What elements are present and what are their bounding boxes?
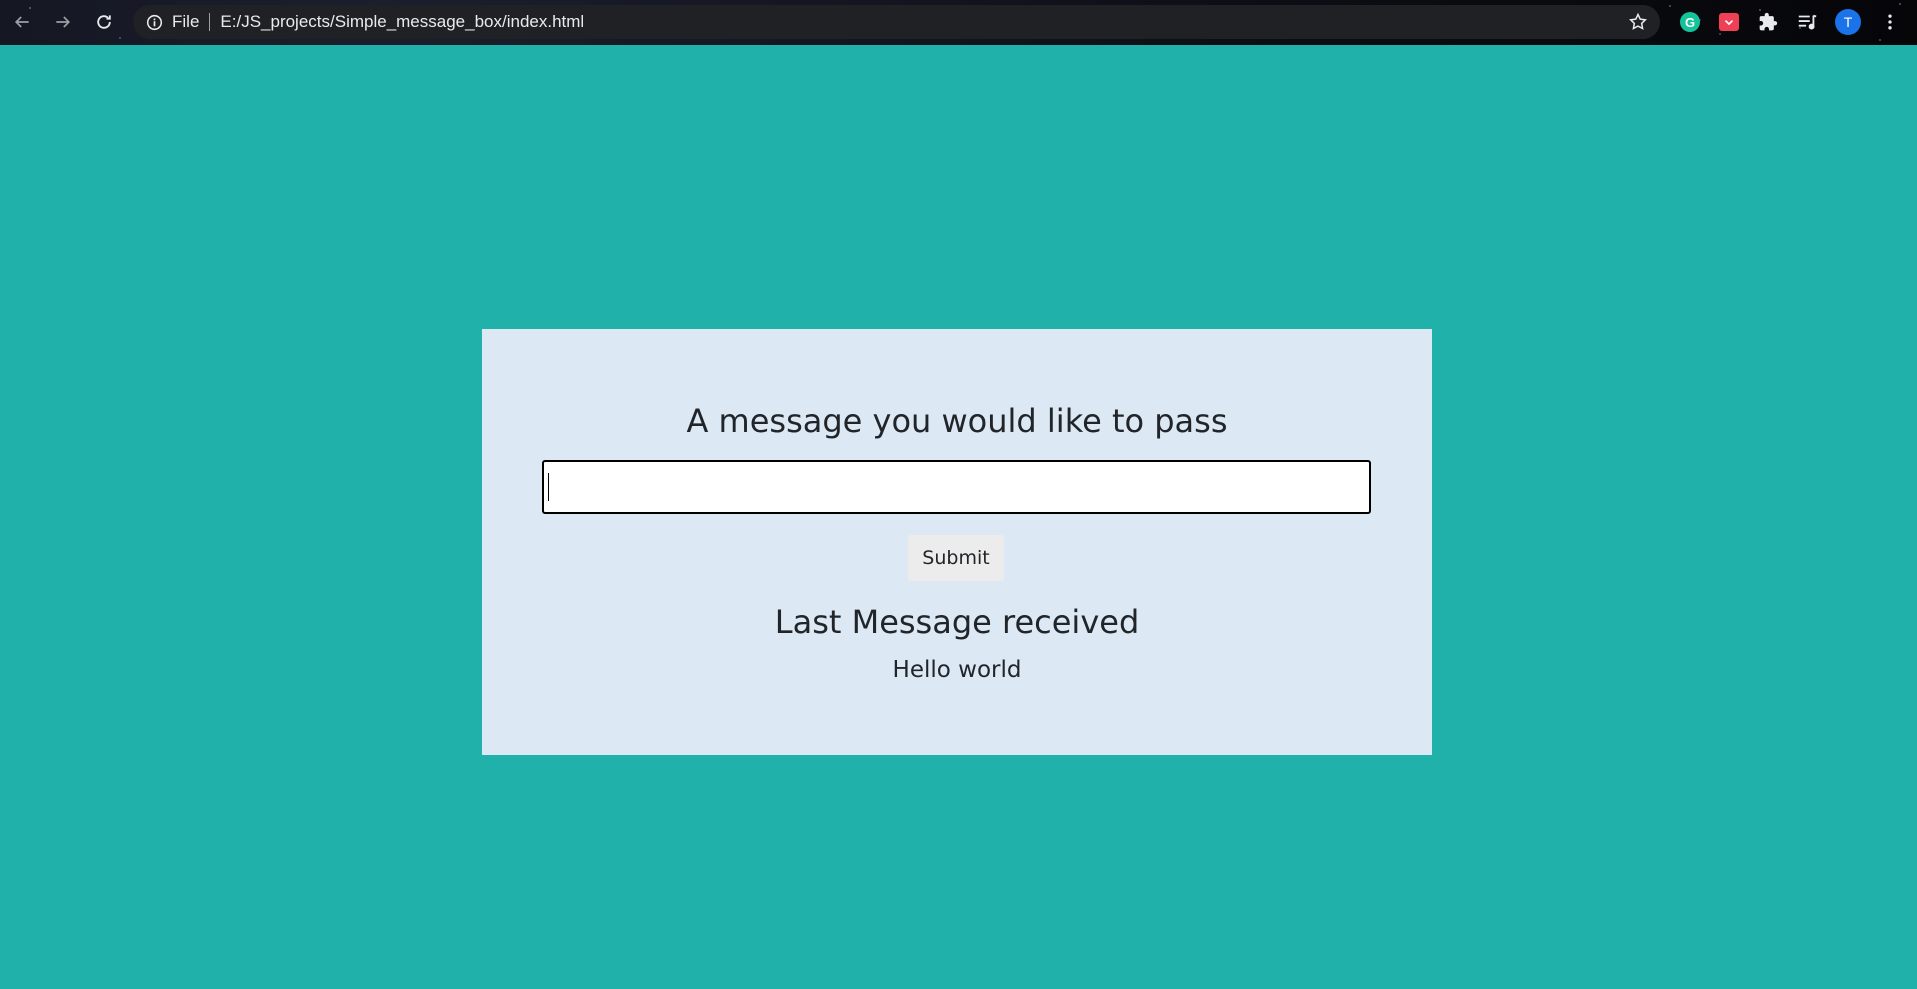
last-message-heading: Last Message received [774,603,1140,641]
kebab-menu-icon [1888,14,1892,30]
browser-toolbar: File E:/JS_projects/Simple_message_box/i… [0,0,1917,45]
text-cursor [548,473,549,501]
pocket-icon [1719,13,1739,31]
address-bar[interactable]: File E:/JS_projects/Simple_message_box/i… [133,5,1660,39]
media-control-icon [1798,14,1817,30]
avatar: T [1835,9,1861,35]
grammarly-icon: G [1680,12,1700,32]
browser-menu-button[interactable] [1876,8,1904,36]
page-title: A message you would like to pass [686,402,1228,440]
url-text[interactable]: E:/JS_projects/Simple_message_box/index.… [220,12,584,32]
info-icon[interactable] [146,14,163,31]
message-card: A message you would like to pass Submit … [482,329,1432,755]
extensions-button[interactable] [1754,8,1782,36]
back-button[interactable] [6,6,38,38]
reload-button[interactable] [88,6,120,38]
grammarly-extension-button[interactable]: G [1676,8,1704,36]
reload-icon [97,15,111,29]
forward-button[interactable] [47,6,79,38]
media-control-button[interactable] [1793,8,1821,36]
puzzle-icon [1759,12,1778,31]
arrow-left-icon [14,16,29,28]
scheme-separator [209,13,211,31]
arrow-right-icon [56,16,71,28]
scheme-label: File [172,12,200,31]
star-icon[interactable] [1628,12,1648,32]
submit-button[interactable]: Submit [908,535,1004,581]
profile-button[interactable]: T [1834,8,1862,36]
message-input[interactable] [542,460,1371,514]
last-message-text: Hello world [892,657,1022,683]
pocket-extension-button[interactable] [1715,8,1743,36]
